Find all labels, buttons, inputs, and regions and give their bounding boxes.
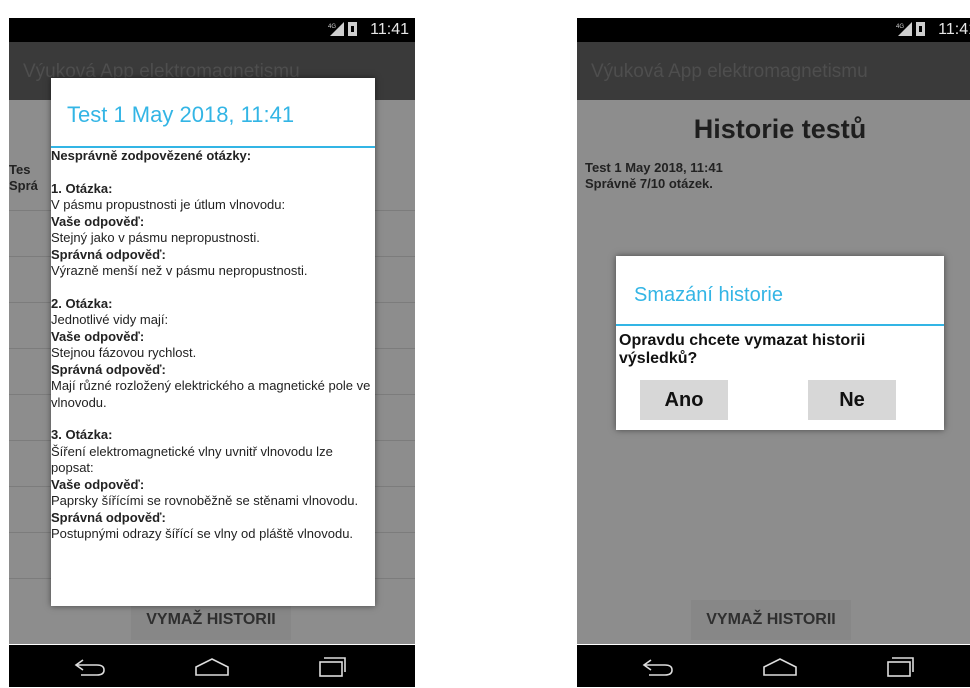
phone-screen-left: 4G 11:41 Výuková App elektromagnetismu T… bbox=[9, 18, 415, 687]
dialog-title: Smazání historie bbox=[634, 284, 783, 306]
question-label: 2. Otázka: bbox=[51, 295, 113, 311]
wrong-answers-heading: Nesprávně zodpovězené otázky: bbox=[51, 148, 252, 163]
app-title: Výuková App elektromagnetismu bbox=[591, 61, 868, 82]
your-answer-label: Vaše odpověď: bbox=[51, 476, 145, 492]
status-icons: 4G bbox=[328, 22, 357, 36]
network-label: 4G bbox=[328, 24, 336, 30]
question-label: 1. Otázka: bbox=[51, 180, 113, 196]
status-time: 11:41 bbox=[938, 21, 970, 38]
phone-screen-right: 4G 11:41 Výuková App elektromagnetismu H… bbox=[577, 18, 970, 687]
clear-history-button[interactable]: VYMAŽ HISTORII bbox=[691, 600, 851, 640]
clear-history-button[interactable]: VYMAŽ HISTORII bbox=[131, 600, 291, 640]
home-icon bbox=[763, 658, 797, 676]
status-time: 11:41 bbox=[370, 21, 409, 38]
back-icon bbox=[642, 659, 673, 676]
delete-history-dialog: Smazání historie Opravdu chcete vymazat … bbox=[616, 256, 944, 430]
correct-answer-text: Postupnými odrazy šířící se vlny od pláš… bbox=[51, 526, 354, 541]
history-item-subtitle: Sprá bbox=[9, 178, 38, 193]
your-answer-label: Vaše odpověď: bbox=[51, 213, 145, 229]
no-button[interactable]: Ne bbox=[808, 380, 896, 420]
correct-answer-text: Mají různé rozložený elektrického a magn… bbox=[51, 378, 371, 410]
status-bar: 4G 11:41 bbox=[9, 18, 415, 42]
battery-icon bbox=[348, 22, 357, 36]
question-label: 3. Otázka: bbox=[51, 427, 113, 442]
action-bar: Výuková App elektromagnetismu bbox=[577, 42, 970, 100]
battery-icon bbox=[916, 22, 925, 36]
history-item-subtitle: Správně 7/10 otázek. bbox=[585, 176, 713, 191]
back-button[interactable] bbox=[69, 654, 111, 680]
navigation-bar bbox=[9, 645, 415, 687]
home-button[interactable] bbox=[191, 654, 233, 680]
recent-apps-icon bbox=[887, 657, 914, 677]
back-button[interactable] bbox=[637, 654, 679, 680]
navigation-bar bbox=[577, 645, 970, 687]
dialog-title-divider bbox=[616, 324, 944, 326]
correct-answer-label: Správná odpověď: bbox=[51, 509, 166, 525]
recent-apps-button[interactable] bbox=[311, 654, 353, 680]
signal-icon: 4G bbox=[896, 22, 912, 36]
recent-apps-icon bbox=[319, 657, 346, 677]
question-block: 3. Otázka: Šíření elektromagnetické vlny… bbox=[51, 427, 373, 543]
question-text: Jednotlivé vidy mají: bbox=[51, 312, 169, 327]
your-answer-text: Paprsky šířícími se rovnoběžně se stěnam… bbox=[51, 493, 359, 508]
question-text: Šíření elektromagnetické vlny uvnitř vln… bbox=[51, 443, 333, 476]
your-answer-label: Vaše odpověď: bbox=[51, 328, 145, 344]
network-label: 4G bbox=[896, 24, 904, 30]
page-title: Historie testů bbox=[693, 114, 867, 144]
yes-button[interactable]: Ano bbox=[640, 380, 728, 420]
question-block: 2. Otázka: Jednotlivé vidy mají: Vaše od… bbox=[51, 296, 373, 412]
correct-answer-label: Správná odpověď: bbox=[51, 361, 166, 377]
history-item-title: Test 1 May 2018, 11:41 bbox=[585, 160, 723, 175]
status-bar: 4G 11:41 bbox=[577, 18, 970, 42]
back-icon bbox=[74, 659, 105, 676]
your-answer-text: Stejnou fázovou rychlost. bbox=[51, 345, 197, 360]
question-text: V pásmu propustnosti je útlum vlnovodu: bbox=[51, 197, 286, 212]
question-block: 1. Otázka: V pásmu propustnosti je útlum… bbox=[51, 181, 373, 280]
dialog-message: Opravdu chcete vymazat historii výsledků… bbox=[619, 332, 866, 367]
dialog-title: Test 1 May 2018, 11:41 bbox=[67, 102, 295, 127]
correct-answer-label: Správná odpověď: bbox=[51, 246, 166, 262]
home-button[interactable] bbox=[759, 654, 801, 680]
your-answer-text: Stejný jako v pásmu nepropustnosti. bbox=[51, 230, 260, 245]
status-icons: 4G bbox=[896, 22, 925, 36]
correct-answer-text: Výrazně menší než v pásmu nepropustnosti… bbox=[51, 263, 308, 278]
home-icon bbox=[195, 658, 229, 676]
test-result-dialog: Test 1 May 2018, 11:41 Nesprávně zodpově… bbox=[51, 78, 375, 606]
history-item-title: Tes bbox=[9, 162, 31, 177]
signal-icon: 4G bbox=[328, 22, 344, 36]
dialog-body[interactable]: Nesprávně zodpovězené otázky: 1. Otázka:… bbox=[51, 148, 373, 543]
recent-apps-button[interactable] bbox=[879, 654, 921, 680]
